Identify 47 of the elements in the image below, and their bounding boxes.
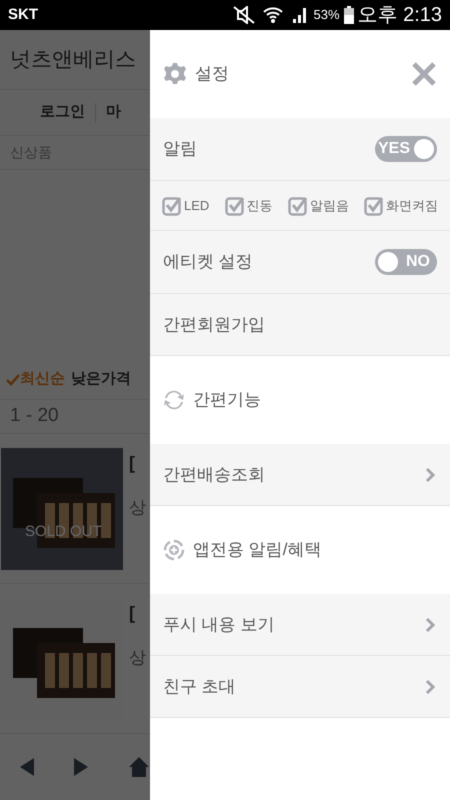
wifi-icon <box>263 6 284 24</box>
clock: 오후 2:13 <box>358 3 442 28</box>
menu-item[interactable]: 간편회원가입 <box>150 294 450 356</box>
drawer-title: 설정 <box>195 63 229 86</box>
sold-out-label: SOLD OUT <box>25 522 102 542</box>
checkbox[interactable] <box>288 196 308 216</box>
forward-icon[interactable] <box>74 758 88 776</box>
battery-icon <box>344 6 354 24</box>
chevron-right-icon <box>425 466 435 482</box>
checkbox-label: 화면켜짐 <box>386 196 438 215</box>
menu-item[interactable]: 푸시 내용 보기 <box>150 594 450 656</box>
section-heading: 앱전용 알림/혜택 <box>193 539 322 562</box>
checkbox-label: LED <box>184 196 210 215</box>
close-icon[interactable] <box>411 61 437 87</box>
mute-icon <box>231 6 258 24</box>
sort-option[interactable]: 낮은가격 <box>71 368 131 391</box>
setting-label: 알림 <box>163 138 197 160</box>
settings-icon <box>163 62 187 86</box>
back-icon[interactable] <box>20 758 34 776</box>
checkbox[interactable] <box>162 196 182 216</box>
check-icon <box>6 374 20 386</box>
product-title: [ <box>129 452 136 475</box>
home-icon[interactable] <box>128 756 150 778</box>
checkbox[interactable] <box>364 196 384 216</box>
toggle-switch[interactable]: NO <box>375 249 437 275</box>
sort-option[interactable]: 최신순 <box>6 368 65 391</box>
menu-item[interactable]: 간편배송조회 <box>150 444 450 506</box>
product-title: [ <box>129 602 136 625</box>
store-title: 넛츠앤베리스 <box>10 46 136 73</box>
result-count: 1 - 20 <box>10 404 59 428</box>
crosshair-plus-icon <box>163 539 185 561</box>
checkbox-label: 알림음 <box>310 196 349 215</box>
checkbox-label: 진동 <box>246 196 273 215</box>
toggle-switch[interactable]: YES <box>375 136 437 162</box>
battery-percent: 53% <box>313 6 340 24</box>
checkbox[interactable] <box>224 196 245 216</box>
section-heading: 간편기능 <box>193 389 261 412</box>
product-price: 상 <box>129 497 146 519</box>
nav-link[interactable]: 마 <box>106 101 121 124</box>
chevron-right-icon <box>425 616 435 632</box>
product-price: 상 <box>129 647 146 669</box>
chevron-right-icon <box>425 678 435 694</box>
nav-link[interactable]: 로그인 <box>40 101 85 124</box>
refresh-icon <box>163 389 185 411</box>
setting-label: 에티켓 설정 <box>163 251 253 274</box>
carrier-label: SKT <box>8 4 38 25</box>
menu-item[interactable]: 친구 초대 <box>150 656 450 718</box>
